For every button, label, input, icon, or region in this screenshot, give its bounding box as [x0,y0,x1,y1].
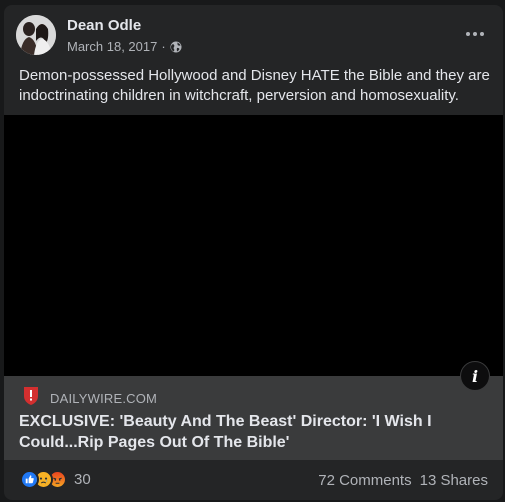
engagement-stats: 72 Comments 13 Shares [318,472,488,489]
link-domain: DAILYWIRE.COM [50,391,158,406]
comments-count-link[interactable]: 72 Comments [318,472,411,489]
author-name[interactable]: Dean Odle [67,17,141,34]
dot-icon [480,32,484,36]
post-date[interactable]: March 18, 2017 [67,39,157,54]
link-preview[interactable]: DAILYWIRE.COM EXCLUSIVE: 'Beauty And The… [4,376,503,460]
info-button[interactable]: i [460,361,490,391]
globe-icon[interactable] [170,41,182,53]
post-footer: 30 72 Comments 13 Shares [4,460,503,500]
video-player[interactable]: i [4,115,503,391]
shares-count-link[interactable]: 13 Shares [420,472,488,489]
post-header: Dean Odle March 18, 2017 · [4,5,503,65]
info-icon: i [471,366,479,386]
reactions-summary[interactable]: 30 [20,470,91,489]
dot-icon [473,32,477,36]
post-text: Demon-possessed Hollywood and Disney HAT… [19,67,490,104]
like-reaction-icon [20,470,39,489]
avatar[interactable] [16,15,56,55]
post-card: Dean Odle March 18, 2017 · Demon-possess… [4,5,503,500]
link-source: DAILYWIRE.COM [19,385,157,406]
separator-dot: · [161,39,166,54]
more-options-button[interactable] [461,22,489,46]
link-title[interactable]: EXCLUSIVE: 'Beauty And The Beast' Direct… [19,411,489,453]
reaction-count: 30 [74,471,91,488]
dailywire-shield-icon [22,386,40,406]
dot-icon [466,32,470,36]
post-meta: March 18, 2017 · [67,39,182,54]
